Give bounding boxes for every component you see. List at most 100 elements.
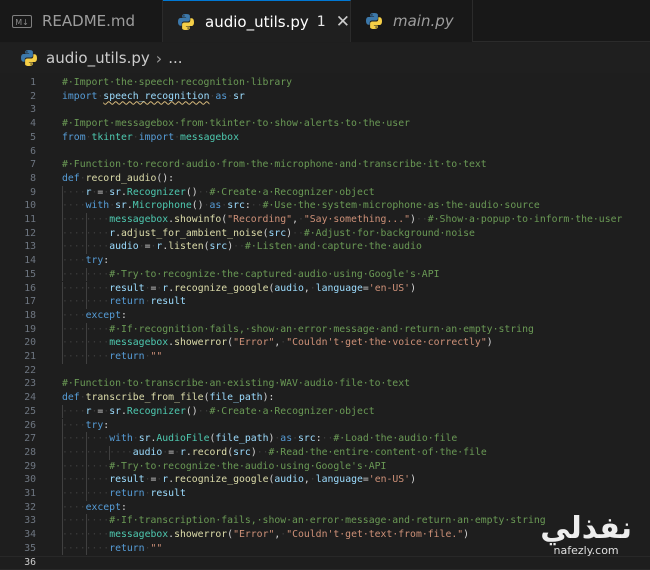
- code-token: return: [109, 542, 145, 554]
- tab-main[interactable]: main.py: [351, 0, 473, 42]
- line-number: 23: [24, 378, 36, 390]
- code-token: #·Adjust·for·background·noise: [303, 227, 475, 239]
- code-line[interactable]: 16 ········result·=·r.recognize_google(au…: [0, 281, 650, 296]
- code-line[interactable]: 5 from·tkinter·import·messagebox: [0, 131, 650, 145]
- code-line[interactable]: 9 ····r·=·sr.Recognizer()··#·Create·a·Rec…: [0, 185, 650, 200]
- code-line[interactable]: 13 ········audio·=·r.listen(src)··#·Liste…: [0, 240, 650, 255]
- code-line[interactable]: 2 import·speech_recognition·as·sr: [0, 90, 650, 104]
- code-line[interactable]: 19 ········#·If·recognition·fails,·show·a…: [0, 322, 650, 337]
- code-line[interactable]: 17 ········return·result: [0, 295, 650, 309]
- code-line[interactable]: 24 def·transcribe_from_file(file_path):: [0, 391, 650, 405]
- code-line[interactable]: 10 ····with·sr.Microphone()·as·src:··#·Us…: [0, 199, 650, 213]
- code-line[interactable]: 4 #·Import·messagebox·from·tkinter·to·sho…: [0, 117, 650, 131]
- code-line[interactable]: 31 ········return·result: [0, 487, 650, 501]
- whitespace-marker: ····: [62, 419, 86, 431]
- breadcrumb-file[interactable]: audio_utils.py: [46, 49, 150, 67]
- code-token: #·Function·to·transcribe·an·existing·WAV…: [62, 378, 410, 390]
- code-line[interactable]: 22: [0, 364, 650, 378]
- code-line[interactable]: 23 #·Function·to·transcribe·an·existing·W…: [0, 377, 650, 391]
- code-line[interactable]: 14 ····try:: [0, 254, 650, 268]
- code-line[interactable]: 36: [0, 555, 650, 570]
- code-line[interactable]: 21 ········return·"": [0, 350, 650, 364]
- code-token: record: [191, 446, 228, 458]
- code-token: sr: [233, 90, 245, 102]
- whitespace-marker: ····: [62, 405, 86, 417]
- code-token: (): [191, 200, 204, 212]
- code-line[interactable]: 12 ········r.adjust_for_ambient_noise(src…: [0, 226, 650, 241]
- code-token: "": [150, 351, 163, 362]
- code-token: as: [280, 433, 293, 445]
- code-token: showerror: [174, 337, 228, 349]
- code-token: src: [268, 227, 287, 239]
- breadcrumb-symbol[interactable]: ...: [168, 49, 182, 67]
- code-text: ····with·sr.Microphone()·as·src:··#·Use·…: [62, 199, 540, 213]
- code-line[interactable]: 20 ········messagebox.showerror("Error",·…: [0, 336, 650, 350]
- code-token: Recognizer: [126, 405, 186, 417]
- line-number: 33: [24, 515, 36, 527]
- code-line[interactable]: 8 def·record_audio():: [0, 172, 650, 186]
- code-text: #·Function·to·transcribe·an·existing·WAV…: [62, 377, 410, 391]
- whitespace-marker: ····: [62, 309, 86, 321]
- python-icon: [177, 13, 195, 31]
- code-token: #·Import·the·speech·recognition·library: [62, 77, 293, 88]
- line-number: 34: [24, 529, 36, 541]
- code-text: ········messagebox.showerror("Error",·"C…: [62, 528, 469, 542]
- code-line[interactable]: 15 ········#·Try·to·recognize·the·capture…: [0, 267, 650, 282]
- code-text: ········return·result: [62, 487, 186, 501]
- whitespace-marker: ····: [62, 200, 86, 212]
- code-line[interactable]: 3: [0, 103, 650, 117]
- code-line[interactable]: 30 ········result·=·r.recognize_google(au…: [0, 473, 650, 487]
- code-token: showerror: [174, 529, 228, 541]
- code-token: #·If·recognition·fails,·show·an·error·me…: [109, 323, 534, 335]
- line-number: 22: [24, 364, 36, 376]
- code-line[interactable]: 7 #·Function·to·record·audio·from·the·mic…: [0, 158, 650, 172]
- code-token: ):: [262, 392, 275, 404]
- code-text: ····try:: [62, 419, 109, 433]
- whitespace-marker: ········: [62, 241, 110, 253]
- code-text: ····r·=·sr.Recognizer()··#·Create·a·Reco…: [62, 186, 375, 200]
- code-line[interactable]: 28 ············audio·=·r.record(src)··#·R…: [0, 445, 650, 460]
- close-icon[interactable]: ✕: [336, 12, 350, 32]
- code-token: :: [103, 255, 110, 267]
- tab-label: main.py: [393, 12, 454, 30]
- code-token: (): [185, 186, 198, 198]
- code-token: :: [120, 501, 127, 513]
- code-token: as: [209, 200, 222, 212]
- code-token: speech_recognition: [103, 90, 210, 102]
- code-line[interactable]: 6: [0, 145, 650, 159]
- code-token: audio: [274, 282, 304, 294]
- code-token: tkinter: [91, 131, 133, 143]
- code-line[interactable]: 27 ········with·sr.AudioFile(file_path)·a…: [0, 432, 650, 446]
- code-line[interactable]: 29 ········#·Try·to·recognize·the·audio·u…: [0, 459, 650, 474]
- line-number: 7: [30, 159, 36, 171]
- whitespace-marker: ··: [292, 227, 304, 239]
- code-token: src: [209, 241, 228, 253]
- line-number: 26: [24, 419, 36, 431]
- code-line[interactable]: 26 ····try:: [0, 418, 650, 433]
- tab-audio-utils[interactable]: audio_utils.py 1 ✕: [163, 0, 351, 42]
- code-text: ········r.adjust_for_ambient_noise(src)·…: [62, 227, 475, 241]
- whitespace-marker: ····: [62, 255, 86, 267]
- code-editor[interactable]: 1 #·Import·the·speech·recognition·library…: [0, 74, 650, 570]
- problems-count-badge: 1: [316, 13, 326, 30]
- code-line[interactable]: 18 ····except:: [0, 308, 650, 323]
- code-token: def: [62, 172, 80, 184]
- code-line[interactable]: 34 ········messagebox.showerror("Error",·…: [0, 528, 650, 542]
- code-line[interactable]: 1 #·Import·the·speech·recognition·library: [0, 76, 650, 90]
- code-token: "Error": [233, 337, 275, 349]
- code-token: listen: [168, 241, 204, 253]
- code-line[interactable]: 35 ········return·"": [0, 541, 650, 556]
- line-number: 14: [24, 255, 36, 267]
- code-line[interactable]: 32 ····except:: [0, 500, 650, 515]
- code-token: sr: [109, 186, 122, 198]
- code-line[interactable]: 25 ····r·=·sr.Recognizer()··#·Create·a·Re…: [0, 404, 650, 419]
- tab-readme[interactable]: M↓ README.md: [0, 0, 163, 42]
- code-line[interactable]: 11 ········messagebox.showinfo("Recording…: [0, 213, 650, 227]
- editor-tab-bar: M↓ README.md audio_utils.py 1 ✕ main.py: [0, 0, 650, 42]
- code-token: src: [227, 200, 245, 212]
- code-line[interactable]: 33 ········#·If·transcription·fails,·show…: [0, 514, 650, 529]
- code-token: Recognizer: [126, 186, 186, 198]
- line-number: 8: [30, 172, 36, 184]
- code-token: return: [109, 296, 145, 308]
- python-icon: [20, 49, 38, 67]
